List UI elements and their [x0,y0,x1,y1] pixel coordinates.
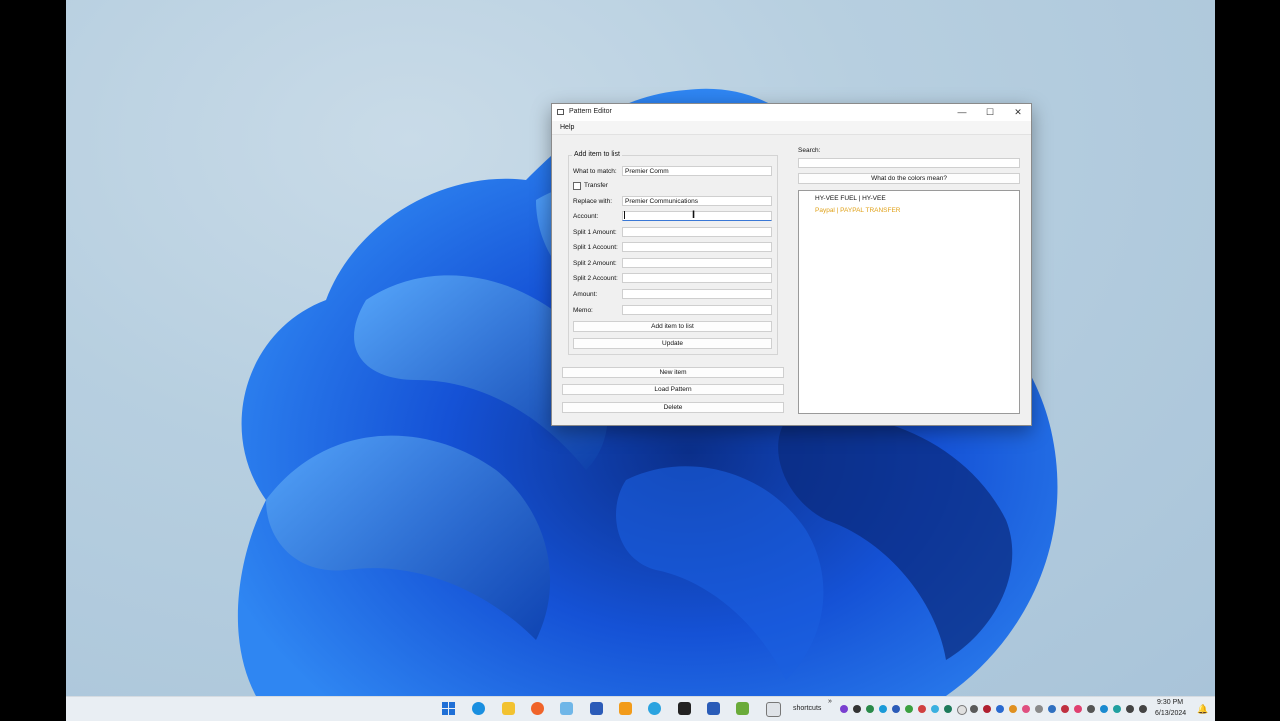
split1-account-field[interactable] [622,242,772,252]
notepad-icon[interactable] [678,702,691,715]
minimize-button[interactable]: — [948,104,976,121]
search-label: Search: [798,147,821,154]
file-explorer-icon[interactable] [502,702,515,715]
split1-account-label: Split 1 Account: [573,244,618,251]
tray-icon-16[interactable] [1035,705,1043,713]
tray-icon-15[interactable] [1022,705,1030,713]
close-button[interactable]: ✕ [1004,104,1032,121]
search-input[interactable] [798,158,1020,168]
firefox-icon[interactable] [531,702,544,715]
tray-icon-20[interactable] [1087,705,1095,713]
list-item[interactable]: Paypal | PAYPAL TRANSFER [815,207,901,214]
text-caret [624,211,625,219]
delete-button[interactable]: Delete [562,402,784,413]
transfer-label: Transfer [584,182,608,189]
tray-icon-14[interactable] [1009,705,1017,713]
window-icon[interactable] [766,702,781,717]
taskbar: shortcuts » 9:30 PM 6/13/2024 🔔 [66,696,1215,721]
tray-icon-12[interactable] [983,705,991,713]
menu-help[interactable]: Help [560,124,574,131]
split2-account-label: Split 2 Account: [573,275,618,282]
maximize-button[interactable]: ☐ [976,104,1004,121]
clock-time[interactable]: 9:30 PM [1157,699,1183,706]
tray-icon-11[interactable] [970,705,978,713]
split1-amount-field[interactable] [622,227,772,237]
tray-icon-4[interactable] [879,705,887,713]
split2-amount-field[interactable] [622,258,772,268]
account-label: Account: [573,213,599,220]
pattern-editor-window: Pattern Editor — ☐ ✕ Help Add item to li… [551,103,1032,426]
pattern-list[interactable]: HY-VEE FUEL | HY-VEE Paypal | PAYPAL TRA… [798,190,1020,414]
volume-icon[interactable] [1139,705,1147,713]
add-item-button[interactable]: Add item to list [573,321,772,332]
amount-label: Amount: [573,291,598,298]
load-pattern-button[interactable]: Load Pattern [562,384,784,395]
overflow-chevron-icon[interactable]: » [828,698,832,705]
amount-field[interactable] [622,289,772,299]
tray-icon-1[interactable] [840,705,848,713]
update-button[interactable]: Update [573,338,772,349]
tray-icon-10[interactable] [957,705,967,715]
tray-icon-18[interactable] [1061,705,1069,713]
list-item[interactable]: HY-VEE FUEL | HY-VEE [815,195,886,202]
what-to-match-field[interactable]: Premier Comm [622,166,772,176]
clock-date[interactable]: 6/13/2024 [1155,710,1186,717]
split2-account-field[interactable] [622,273,772,283]
sketch-icon[interactable] [736,702,749,715]
split1-amount-label: Split 1 Amount: [573,229,617,236]
ibeam-cursor-icon: I [692,209,696,221]
letterbox-right [1215,0,1280,720]
tray-icon-3[interactable] [866,705,874,713]
group-title: Add item to list [572,151,622,158]
bluetooth-icon[interactable] [1048,705,1056,713]
tray-icon-6[interactable] [905,705,913,713]
cortana-icon[interactable] [472,702,485,715]
colors-help-button[interactable]: What do the colors mean? [798,173,1020,184]
tray-icon-9[interactable] [944,705,952,713]
tray-icon-7[interactable] [918,705,926,713]
paint-icon[interactable] [590,702,603,715]
replace-with-field[interactable]: Premier Communications [622,196,772,206]
tray-icon-13[interactable] [996,705,1004,713]
transfer-checkbox[interactable] [573,182,581,190]
telegram-icon[interactable] [648,702,661,715]
account-field[interactable] [622,211,772,221]
new-item-button[interactable]: New item [562,367,784,378]
tray-icon-19[interactable] [1074,705,1082,713]
replace-with-label: Replace with: [573,198,613,205]
title-bar[interactable]: Pattern Editor — ☐ ✕ [552,104,1031,121]
shortcuts-toolbar-label[interactable]: shortcuts [793,705,821,712]
vlc-icon[interactable] [619,702,632,715]
snipping-icon[interactable] [560,702,573,715]
word-icon[interactable] [707,702,720,715]
windows-start-icon[interactable] [442,702,456,716]
tray-icon-5[interactable] [892,705,900,713]
network-icon[interactable] [1126,705,1134,713]
tray-icon-22[interactable] [1113,705,1121,713]
tray-icon-21[interactable] [1100,705,1108,713]
tray-icon-2[interactable] [853,705,861,713]
window-title: Pattern Editor [569,108,612,115]
what-to-match-label: What to match: [573,168,617,175]
app-window-icon [557,109,564,115]
memo-field[interactable] [622,305,772,315]
memo-label: Memo: [573,307,593,314]
menu-bar: Help [552,121,1031,135]
tray-icon-8[interactable] [931,705,939,713]
split2-amount-label: Split 2 Amount: [573,260,617,267]
letterbox-left [0,0,66,720]
notification-bell-icon[interactable]: 🔔 [1197,704,1208,715]
